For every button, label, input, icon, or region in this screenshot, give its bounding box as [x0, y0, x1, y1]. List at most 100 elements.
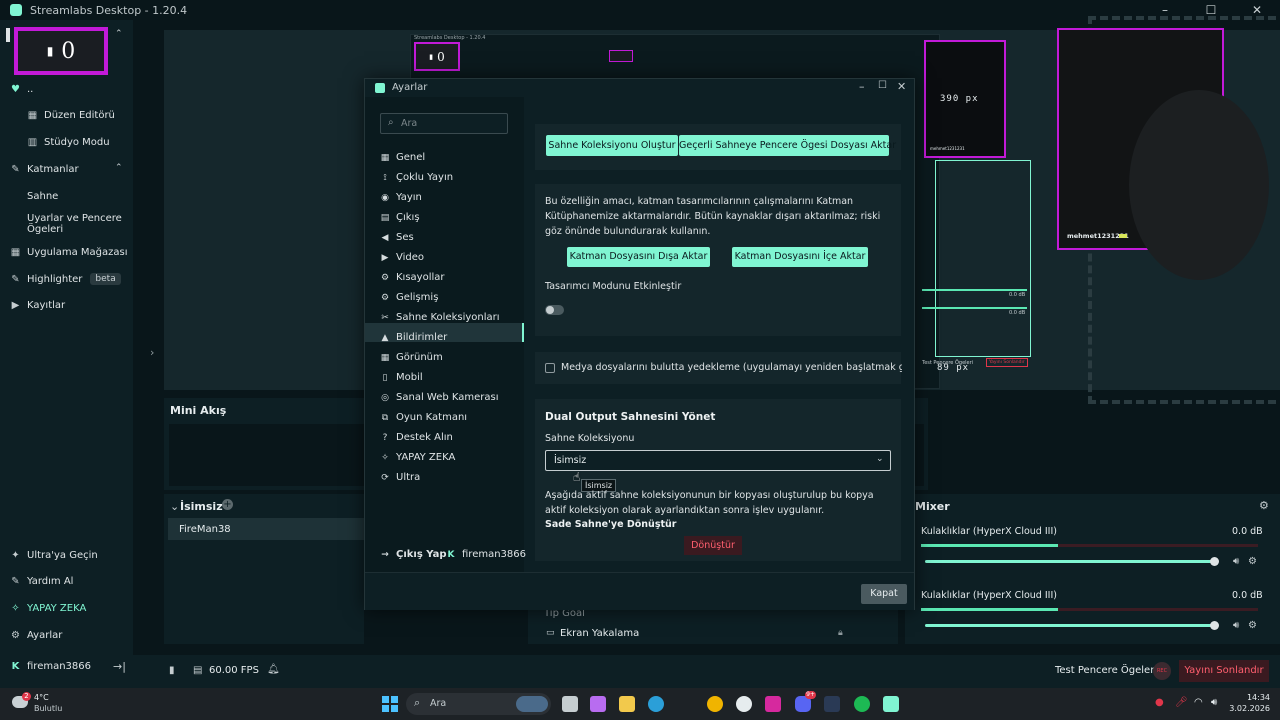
scene-collection-select[interactable]: İsimsiz ⌄: [545, 450, 891, 471]
gear-icon[interactable]: ⚙: [1248, 620, 1257, 631]
nav-multistream[interactable]: ⟟ Çoklu Yayın: [380, 172, 453, 183]
sidebar-item-ai[interactable]: ✧ YAPAY ZEKA: [10, 603, 86, 614]
sidebar-item-highlighter[interactable]: ✎ Highlighter beta: [10, 273, 121, 285]
cpu-icon: ▤: [193, 665, 203, 676]
nav-advanced[interactable]: ⚙ Gelişmiş: [380, 292, 438, 303]
designer-mode-toggle[interactable]: [545, 305, 564, 315]
sidebar-item-layers[interactable]: ✎ Katmanlar: [10, 164, 78, 175]
clock-time[interactable]: 14:34: [1240, 693, 1270, 702]
nav-stream[interactable]: ◉ Yayın: [380, 192, 422, 203]
import-overlay-button[interactable]: Geçerli Sahneye Pencere Ögesi Dosyası Ak…: [679, 135, 896, 156]
start-tile: [382, 705, 389, 712]
test-widgets-button[interactable]: Test Pencere Ögeleri: [1055, 665, 1157, 676]
recording-indicator-icon[interactable]: ●: [1155, 697, 1164, 708]
streamlabs-icon[interactable]: [883, 696, 899, 712]
nav-ultra[interactable]: ⟳ Ultra: [380, 472, 420, 483]
sidebar-item-help[interactable]: ✎ Yardım Al: [10, 576, 73, 587]
clock-date[interactable]: 3.02.2026: [1228, 704, 1270, 713]
source-item[interactable]: Ekran Yakalama: [560, 628, 639, 639]
nav-hotkeys[interactable]: ⚙ Kısayollar: [380, 272, 445, 283]
sidebar-item-recordings[interactable]: ▶ Kayıtlar: [10, 300, 66, 311]
logout-icon[interactable]: →|: [113, 660, 126, 673]
bell-icon[interactable]: 🔔︎: [267, 664, 280, 675]
file-explorer-icon[interactable]: [619, 696, 635, 712]
scene-collection-title[interactable]: İsimsiz: [180, 500, 223, 513]
gear-icon[interactable]: ⚙: [1259, 499, 1269, 512]
import-overlay-file-button[interactable]: Katman Dosyasını İçe Aktar: [732, 247, 868, 267]
copilot-icon[interactable]: [590, 696, 606, 712]
modal-maximize-button[interactable]: ☐: [878, 80, 887, 91]
speaker-icon[interactable]: 🔊︎: [1233, 620, 1239, 631]
close-settings-button[interactable]: Kapat: [861, 584, 907, 604]
chatgpt-icon[interactable]: [736, 696, 752, 712]
mixer-source-label: Kulaklıklar (HyperX Cloud III): [921, 526, 1057, 537]
level-meter: [921, 544, 1058, 547]
modal-close-button[interactable]: ✕: [897, 80, 906, 93]
task-view-icon[interactable]: [562, 696, 578, 712]
taskbar-search[interactable]: ⌕ Ara: [406, 693, 551, 715]
chevron-down-icon[interactable]: ⌄: [170, 500, 179, 513]
wifi-icon[interactable]: ◠: [1194, 697, 1203, 708]
rec-button[interactable]: REC: [1153, 662, 1171, 680]
settings-search[interactable]: ⌕ Ara: [380, 113, 508, 134]
sidebar-item-heart[interactable]: ♥..: [10, 84, 33, 95]
volume-icon[interactable]: 🔊︎: [1211, 697, 1217, 708]
mini-feed-title: Mini Akış: [170, 404, 227, 417]
level-meter: [921, 608, 1058, 611]
lock-icon[interactable]: 🔒︎: [838, 628, 843, 638]
nav-scene-collections[interactable]: ✂ Sahne Koleksiyonları: [380, 312, 499, 323]
nav-audio[interactable]: ◀ Ses: [380, 232, 414, 243]
monitor-icon: ▭: [546, 628, 555, 638]
volume-slider[interactable]: [925, 560, 1215, 563]
export-overlay-button[interactable]: Katman Dosyasını Dışa Aktar: [567, 247, 710, 267]
selection-box[interactable]: [935, 160, 1031, 357]
nav-video[interactable]: ▶ Video: [380, 252, 425, 263]
nav-general[interactable]: ▦ Genel: [380, 152, 425, 163]
sidebar-item-user[interactable]: Kfireman3866: [10, 661, 91, 672]
nav-ai[interactable]: ✧ YAPAY ZEKA: [380, 452, 455, 463]
logout-button[interactable]: → Çıkış Yap: [380, 549, 446, 560]
weather-desc[interactable]: Bulutlu: [34, 704, 62, 713]
nav-output[interactable]: ▤ Çıkış: [380, 212, 420, 223]
modal-minimize-button[interactable]: –: [859, 80, 865, 93]
weather-temp[interactable]: 4°C: [34, 693, 49, 702]
sidebar-item-layout-editor[interactable]: ▦ Düzen Editörü: [27, 110, 115, 121]
nav-appearance[interactable]: ▦ Görünüm: [380, 352, 443, 363]
sidebar-item-studio-mode[interactable]: ▥ Stüdyo Modu: [27, 137, 110, 148]
nav-virtual-webcam[interactable]: ◎ Sanal Web Kamerası: [380, 392, 498, 403]
end-stream-button[interactable]: Yayını Sonlandır: [1179, 660, 1269, 682]
speaker-icon[interactable]: 🔊︎: [1233, 556, 1239, 567]
sidebar-item-scene[interactable]: Sahne: [27, 191, 58, 202]
volume-knob[interactable]: [1210, 557, 1219, 566]
sidebar-item-widgets[interactable]: Uyarlar ve Pencere Ögeleri: [27, 213, 122, 235]
edge-icon[interactable]: [648, 696, 664, 712]
add-scene-icon[interactable]: +: [222, 499, 233, 510]
sidebar-item-ultra[interactable]: ✦ Ultra'ya Geçin: [10, 550, 97, 561]
nav-notifications[interactable]: ▲ Bildirimler: [380, 332, 448, 343]
nav-mobile[interactable]: ▯ Mobil: [380, 372, 423, 383]
chevron-up-icon[interactable]: ⌃: [115, 163, 123, 173]
steam-icon[interactable]: [824, 696, 840, 712]
chevron-up-icon[interactable]: ⌃: [115, 29, 123, 39]
chrome-icon[interactable]: [707, 696, 723, 712]
nav-support[interactable]: ? Destek Alın: [380, 432, 453, 443]
chat-source[interactable]: mehmet1231231: [1057, 28, 1269, 280]
sidebar-item-settings[interactable]: ⚙ Ayarlar: [10, 630, 62, 641]
windows-start-icon[interactable]: [382, 696, 398, 712]
expand-right-icon[interactable]: ›: [150, 346, 154, 359]
volume-knob[interactable]: [1210, 621, 1219, 630]
spotify-icon[interactable]: [854, 696, 870, 712]
widget-preview-box[interactable]: ▮ 0: [14, 27, 108, 75]
nav-game-overlay[interactable]: ⧉ Oyun Katmanı: [380, 412, 467, 423]
webcam-source[interactable]: 390 px mehmet1231231: [924, 40, 1006, 158]
volume-slider[interactable]: [925, 624, 1215, 627]
create-collection-button[interactable]: Sahne Koleksiyonu Oluştur: [546, 135, 678, 156]
gear-icon[interactable]: ⚙: [1248, 556, 1257, 567]
microphone-icon[interactable]: 🎤︎: [1175, 697, 1188, 708]
cloud-backup-checkbox[interactable]: [545, 363, 555, 373]
instagram-icon[interactable]: [765, 696, 781, 712]
convert-button[interactable]: Dönüştür: [684, 536, 742, 555]
stats-icon[interactable]: ▮: [169, 665, 175, 676]
sidebar-item-app-store[interactable]: ▦Uygulama Mağazası⌄: [10, 247, 141, 258]
search-placeholder: Ara: [401, 118, 418, 129]
